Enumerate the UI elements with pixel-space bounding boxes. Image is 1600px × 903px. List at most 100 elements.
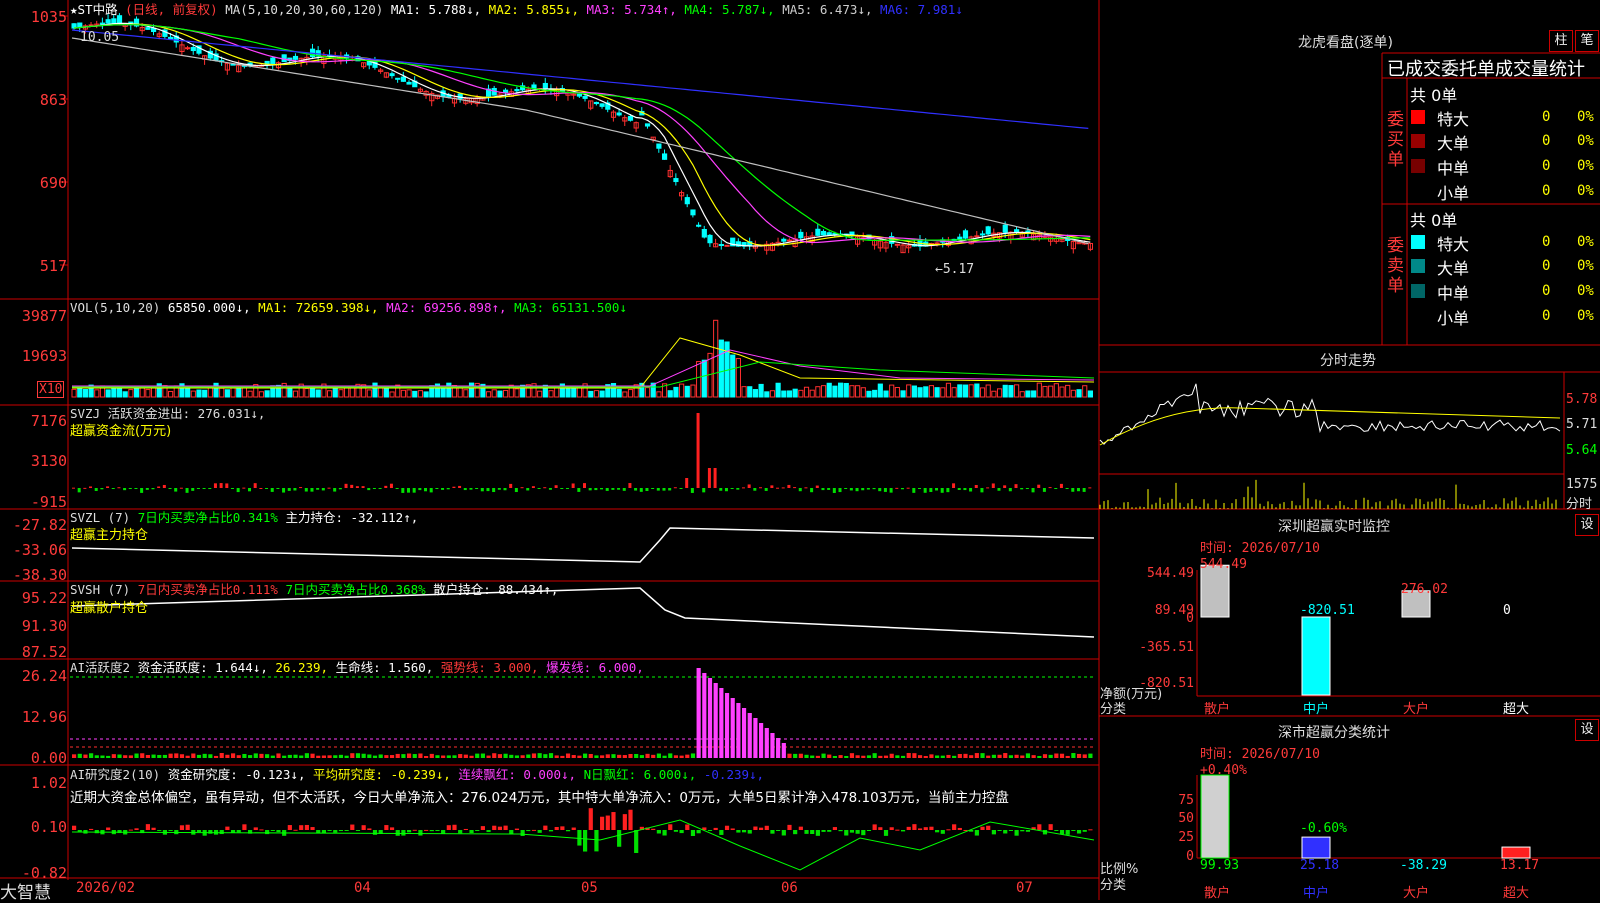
ai-bar (310, 753, 315, 758)
ai-bar (980, 753, 985, 758)
ai-bar (1025, 753, 1031, 758)
volume-bar (1087, 390, 1094, 398)
ai2-bar (1076, 830, 1082, 834)
class-bar-3 (1501, 846, 1531, 859)
price-candle (270, 57, 276, 65)
volume-bar (554, 386, 560, 398)
ai2-bar (401, 830, 406, 836)
buy-l-swatch (1411, 134, 1425, 148)
ai-bar (810, 755, 815, 758)
ai-bar (338, 754, 344, 758)
volume-bar (412, 390, 418, 398)
buy-val-3: 0 (1542, 183, 1551, 199)
volume-bar (190, 390, 196, 398)
svzj-bar (480, 488, 484, 492)
chart-canvas[interactable] (0, 0, 1600, 900)
svzl-line (71, 527, 1095, 563)
ai2-bar (781, 830, 786, 836)
ai2-bar (821, 830, 826, 832)
volume-bar (979, 387, 986, 398)
sz-monitor-val-0: 544.49 (1200, 557, 1247, 572)
volume-bar (781, 390, 787, 398)
svzj-bar (594, 488, 598, 491)
svzj-bar (719, 488, 723, 491)
sell-row-2-label: 中单 (1437, 284, 1470, 303)
ai-bar (140, 753, 145, 758)
price-candle (514, 89, 520, 92)
fenshi-axis-1: 5.71 (1566, 417, 1598, 432)
svzj-bar (452, 486, 456, 488)
ai2-bar (861, 830, 866, 836)
ai-bar (401, 754, 406, 758)
svzj-bar (673, 487, 677, 489)
volume-bar (1042, 385, 1048, 398)
lhb-bar-button[interactable]: 柱 (1549, 30, 1573, 52)
ai-bar (929, 754, 934, 758)
price-candle (684, 197, 690, 205)
ma6-value: MA6: 7.981↓ (880, 2, 963, 17)
ai-bar (486, 755, 491, 758)
price-candle (281, 54, 287, 63)
svzj-bar (395, 488, 399, 489)
price-axis-0: 1035 (30, 8, 67, 26)
ai2-bar (804, 830, 809, 834)
ai-bar (157, 754, 162, 758)
ai2-bar (128, 829, 133, 831)
ai-bar (1065, 755, 1070, 758)
svzj-bar (821, 488, 825, 491)
svsh-sub: 超赢散户持仓 (70, 601, 149, 616)
date-label-4: 07 (1016, 880, 1033, 896)
sz-class-cat-2: 大户 (1403, 886, 1430, 901)
lhb-tick-button[interactable]: 笔 (1575, 30, 1599, 52)
sz-monitor-axis-0: 544.49 (1147, 566, 1194, 581)
buy-pct-2: 0% (1577, 158, 1594, 174)
sell-pct-2: 0% (1577, 283, 1594, 299)
sz-monitor-cat-2: 大户 (1403, 702, 1430, 717)
svzj-bar (690, 488, 694, 493)
date-label-1: 04 (354, 880, 371, 896)
svzj-bar (651, 488, 655, 489)
ai2-bar (866, 830, 872, 831)
svzj-bar (526, 488, 530, 491)
ai2-bar (673, 830, 679, 832)
vol-unit-badge[interactable]: X10 (37, 381, 65, 398)
ai2-bar (253, 827, 258, 830)
ai-bar (94, 755, 99, 758)
sz-class-settings-button[interactable]: 设 (1575, 719, 1599, 741)
ai2-bar (486, 830, 491, 833)
svzj-bar (929, 488, 933, 492)
ai2-bar (1059, 830, 1065, 835)
ai2-bar (1048, 824, 1053, 830)
ai2-bar (242, 824, 247, 830)
svzj-bar (208, 488, 212, 489)
ai2-bar (810, 830, 815, 835)
price-candle (974, 235, 980, 238)
vol-ma3-line (72, 361, 1095, 388)
ai-bar (1014, 754, 1019, 758)
ai2-bar (997, 830, 1002, 831)
svzj-bar (662, 488, 666, 491)
ai-bar (497, 754, 503, 758)
svzl-header: SVZL (7) 7日内买卖净占比0.341% 主力持仓: -32.112↑, (70, 510, 418, 525)
sz-monitor-settings-button[interactable]: 设 (1575, 514, 1599, 536)
volume-bar (497, 390, 503, 398)
volume-bar (747, 386, 753, 398)
svzj-sub: 超赢资金流(万元) (70, 424, 172, 439)
sz-monitor-axis-2: 0 (1186, 611, 1194, 626)
ai-bar (270, 755, 275, 758)
volume-bar (616, 388, 622, 398)
ai-bar (639, 755, 644, 758)
svzj-bar (878, 488, 882, 492)
volume-bar (514, 388, 520, 398)
ai-bar (878, 755, 883, 758)
stock-title[interactable]: ★ST中路 (70, 2, 118, 17)
price-candle (826, 232, 832, 236)
buy-val-0: 0 (1542, 109, 1551, 125)
ai2-bar (713, 827, 718, 830)
ai-bar (702, 673, 707, 758)
ai-bar (952, 755, 957, 758)
svzj-bar (475, 488, 479, 489)
volume-bar (389, 391, 395, 398)
sz-class-title: 深市超赢分类统计 (1278, 725, 1390, 741)
svzj-bar (338, 488, 342, 490)
